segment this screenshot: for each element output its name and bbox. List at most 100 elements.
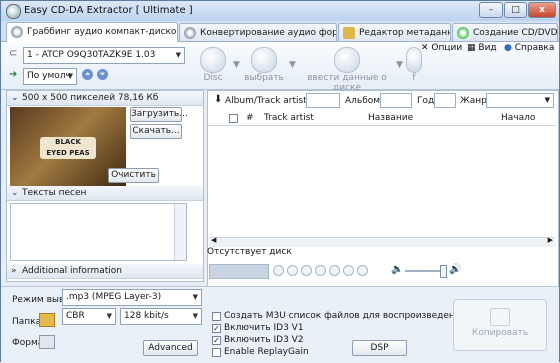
chevron-down-icon[interactable]: ▼	[289, 60, 296, 70]
track-table-scrollbar[interactable]: ◀ ▶	[209, 236, 555, 247]
tab-create-cd[interactable]: Создание CD/DVD	[452, 23, 558, 41]
view-label: Вид	[478, 43, 497, 53]
previous-track-icon[interactable]	[343, 265, 354, 276]
m3u-label: Создать M3U список файлов для воспроизве…	[224, 311, 467, 321]
disc-status-text: Отсутствует диск	[207, 247, 292, 257]
output-format-select[interactable]: .mp3 (MPEG Layer-3) ▼	[62, 289, 202, 306]
play-icon[interactable]	[273, 265, 284, 276]
year-input[interactable]	[434, 93, 456, 108]
edit-disc-icon	[334, 47, 360, 73]
album-input[interactable]	[380, 93, 412, 108]
replaygain-checkbox[interactable]	[212, 348, 221, 357]
burn-disc-icon	[457, 27, 469, 39]
fast-forward-icon[interactable]	[329, 265, 340, 276]
cover-art-header[interactable]: ⌄ 500 x 500 пикселей 78,16 Кб	[7, 91, 203, 106]
chevron-down-icon: ▼	[106, 312, 112, 320]
help-menu[interactable]: ● Справка	[504, 43, 554, 53]
next-track-icon[interactable]	[357, 265, 368, 276]
lyrics-scrollbar[interactable]	[174, 204, 186, 260]
help-icon: ●	[504, 43, 512, 53]
album-artist-input[interactable]	[306, 93, 340, 108]
id3v1-checkbox[interactable]: ✓	[212, 324, 221, 333]
pause-icon[interactable]	[287, 265, 298, 276]
maximize-button[interactable]: □	[504, 2, 527, 18]
genre-label: Жанр	[460, 96, 487, 106]
output-folder-label: Папка	[12, 317, 42, 327]
dsp-button[interactable]: DSP	[352, 340, 407, 356]
select-all-checkbox[interactable]	[229, 114, 238, 123]
volume-slider[interactable]	[405, 270, 445, 272]
format-options-icon[interactable]	[39, 335, 55, 349]
column-number[interactable]: #	[246, 113, 254, 123]
convert-icon	[184, 27, 196, 39]
eject-up-icon[interactable]: ⏶	[82, 69, 93, 80]
options-label: Опции	[431, 43, 463, 53]
column-start[interactable]: Начало	[501, 113, 535, 123]
replaygain-label: Enable ReplayGain	[224, 347, 309, 357]
rewind-icon[interactable]	[315, 265, 326, 276]
genre-select[interactable]: ▼	[486, 93, 554, 108]
lyrics-header[interactable]: ⌄ Тексты песен	[7, 186, 203, 201]
bitrate-select[interactable]: 128 kbit/s ▼	[120, 308, 202, 325]
lyrics-textarea[interactable]	[10, 203, 187, 261]
chevron-down-icon: ▼	[544, 96, 550, 104]
folder-icon[interactable]	[39, 313, 55, 327]
additional-info-label: Additional information	[22, 266, 122, 276]
arrow-right-icon: ➜	[9, 69, 18, 80]
help-label: Справка	[514, 43, 555, 53]
left-panel: ⌄ 500 x 500 пикселей 78,16 Кб BLACK EYED …	[6, 90, 204, 282]
options-menu[interactable]: ✕ Опции	[421, 43, 462, 53]
scroll-right-icon[interactable]: ▶	[548, 236, 553, 244]
load-cover-button[interactable]: Загрузить...	[130, 107, 188, 122]
select-button[interactable]: выбрать	[244, 47, 284, 83]
playback-progress-bar[interactable]	[209, 264, 269, 279]
column-title[interactable]: Название	[368, 113, 413, 123]
column-track-artist[interactable]: Track artist	[264, 113, 314, 123]
bitrate-mode-value: CBR	[66, 311, 85, 321]
lyrics-header-label: Тексты песен	[22, 188, 87, 198]
copy-button[interactable]: Копировать	[453, 299, 547, 351]
app-icon	[6, 4, 21, 19]
tab-label: Создание CD/DVD	[473, 28, 558, 38]
bitrate-value: 128 kbit/s	[124, 311, 169, 321]
speed-select-value: По умолч	[27, 71, 71, 81]
cover-art-info: 500 x 500 пикселей 78,16 Кб	[22, 93, 159, 103]
title-bar: Easy CD-DA Extractor [ Ultimate ] – □ x	[1, 1, 559, 21]
speed-select[interactable]: По умолч ▼	[23, 68, 77, 85]
disc-button[interactable]: Disc	[195, 47, 231, 83]
drive-select[interactable]: 1 - ATCP O9Q30TAZK9E 1.03 ▼	[23, 47, 185, 64]
scroll-left-icon[interactable]: ◀	[211, 236, 216, 244]
tab-metadata-editor[interactable]: Редактор метаданных	[338, 23, 451, 41]
window-title: Easy CD-DA Extractor [ Ultimate ]	[24, 5, 193, 16]
tag-icon	[343, 27, 355, 39]
volume-slider-thumb[interactable]	[440, 265, 447, 278]
advanced-button[interactable]: Advanced	[143, 340, 198, 356]
freedb-icon	[406, 47, 422, 73]
year-label: Год	[417, 96, 435, 106]
disc-button-label: Disc	[203, 73, 223, 83]
stop-icon[interactable]	[301, 265, 312, 276]
minimize-button[interactable]: –	[479, 2, 503, 18]
tab-cd-ripping[interactable]: Граббинг аудио компакт-дисков	[6, 22, 178, 42]
bitrate-mode-select[interactable]: CBR ▼	[62, 308, 116, 325]
additional-info-header[interactable]: » Additional information	[7, 264, 203, 279]
id3v2-checkbox[interactable]: ✓	[212, 336, 221, 345]
cover-art-logo: BLACK EYED PEAS	[40, 137, 96, 159]
tab-convert[interactable]: Конвертирование аудио форматов	[179, 23, 337, 41]
drive-icon: ⊂	[9, 48, 18, 59]
chevron-down-icon[interactable]: ▼	[396, 60, 403, 70]
cd-icon	[11, 26, 23, 38]
download-cover-button[interactable]: Скачать...	[130, 124, 182, 139]
view-menu[interactable]: ▦ Вид	[467, 43, 497, 53]
eject-down-icon[interactable]: ⏷	[97, 69, 108, 80]
album-label: Альбом	[345, 96, 381, 106]
enter-disc-data-button[interactable]: ввести данные о диске	[299, 47, 395, 93]
view-icon: ▦	[467, 43, 476, 53]
chevron-down-icon[interactable]: ▼	[233, 60, 240, 70]
m3u-checkbox[interactable]	[212, 312, 221, 321]
toolbar: ⊂ 1 - ATCP O9Q30TAZK9E 1.03 ▼ ➜ По умолч…	[1, 42, 559, 93]
tools-icon: ✕	[421, 43, 429, 53]
clear-cover-button[interactable]: Очистить	[108, 168, 159, 183]
close-button[interactable]: x	[528, 2, 556, 18]
select-icon	[251, 47, 277, 73]
